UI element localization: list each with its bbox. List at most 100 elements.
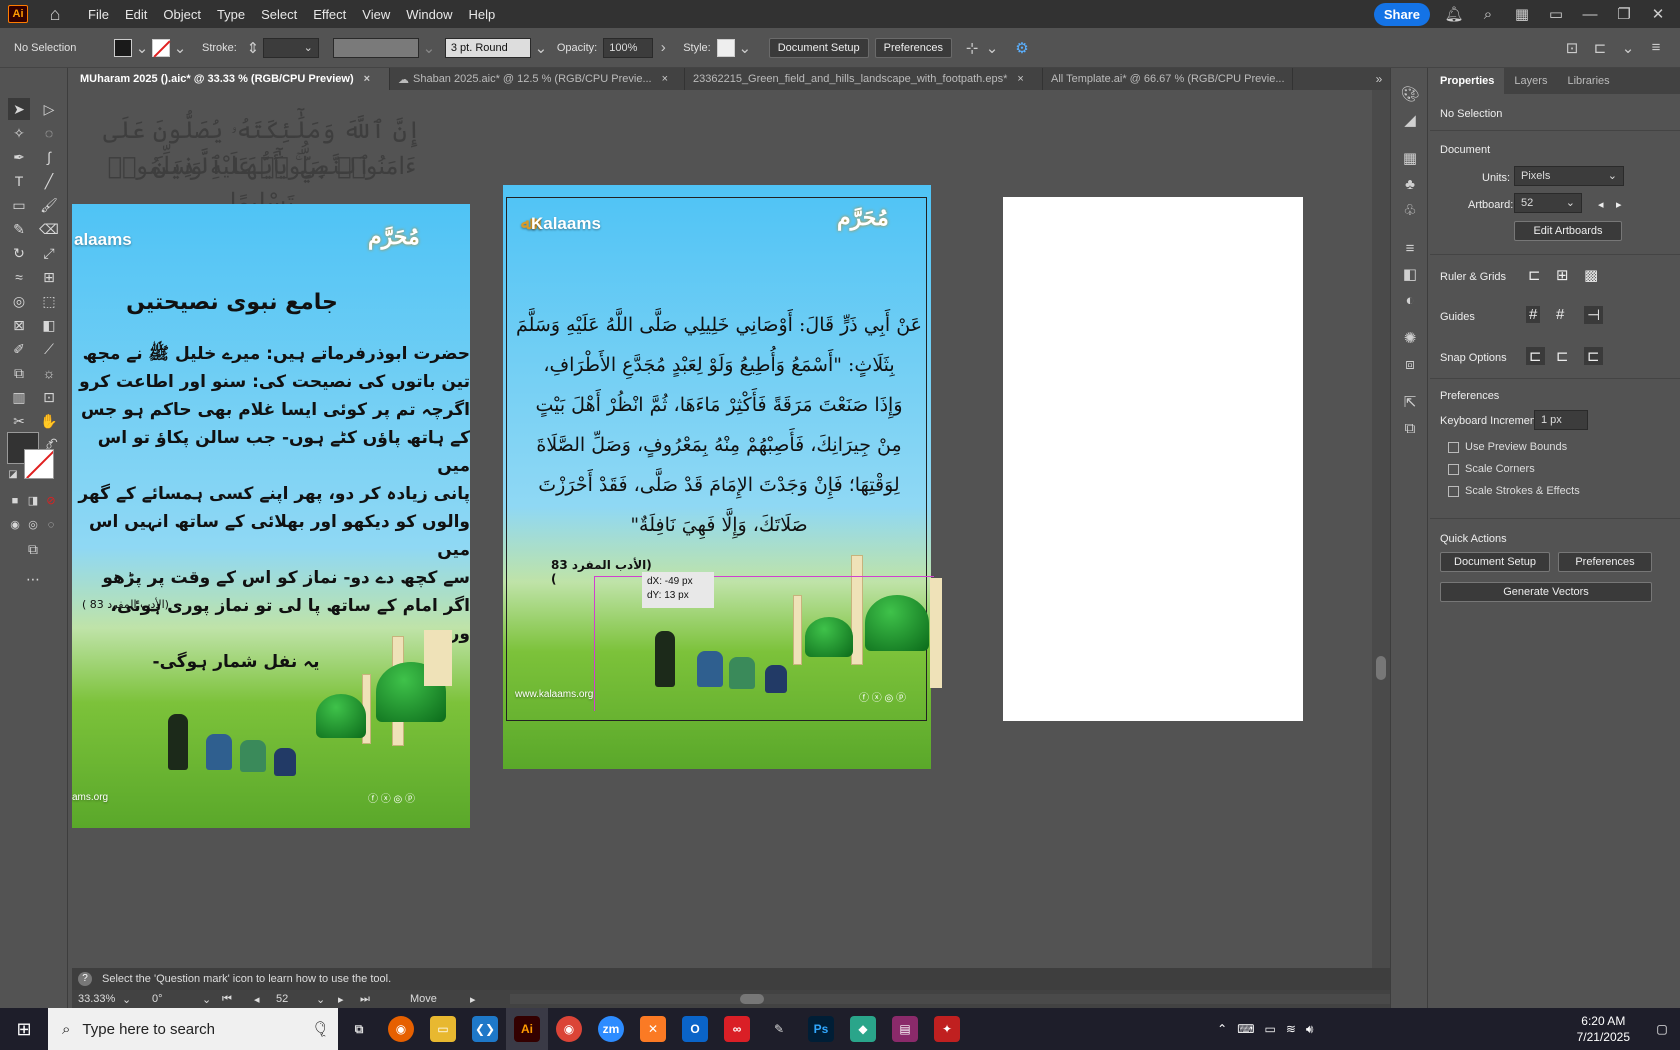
tab-all-template[interactable]: All Template.ai* @ 66.67 % (RGB/CPU Prev… — [1043, 68, 1293, 90]
chevron-down-icon[interactable]: ⌄ — [316, 993, 338, 1006]
snap-pixel-icon[interactable]: ⊏ — [1556, 347, 1569, 365]
selection-tool-icon[interactable]: ➤ — [8, 98, 30, 120]
close-icon[interactable]: ✕ — [1648, 5, 1668, 23]
artboard-number[interactable]: 52 — [276, 993, 316, 1005]
warp-tool-icon[interactable]: ≈ — [8, 266, 30, 288]
gradient-tool-icon[interactable]: ◧ — [38, 314, 60, 336]
xampp-icon[interactable]: ✕ — [632, 1008, 674, 1050]
chevron-down-icon[interactable]: ⌄ — [531, 39, 551, 57]
rectangle-tool-icon[interactable]: ▭ — [8, 194, 30, 216]
snap-point-icon[interactable]: ⊏ — [1526, 347, 1545, 365]
first-artboard-icon[interactable]: ⏮ — [222, 993, 254, 1006]
color-guide-icon[interactable]: 🎨︎ — [1399, 84, 1421, 106]
edit-artboards-button[interactable]: Edit Artboards — [1514, 221, 1622, 241]
measure-icon[interactable]: ⟋ — [38, 338, 60, 360]
menu-view[interactable]: View — [354, 7, 398, 22]
preferences-button[interactable]: Preferences — [874, 37, 952, 58]
windows-start-icon[interactable]: ⊞ — [0, 1008, 48, 1050]
scroll-thumb[interactable] — [740, 994, 764, 1004]
swatches-icon[interactable]: ▦ — [1399, 148, 1421, 170]
close-icon[interactable]: × — [662, 73, 668, 85]
shape-builder-icon[interactable]: ◎ — [8, 290, 30, 312]
scroll-thumb[interactable] — [1376, 656, 1386, 680]
show-guides-icon[interactable]: # — [1526, 306, 1541, 323]
style-swatch[interactable] — [716, 38, 735, 57]
app-diamond-icon[interactable]: ◆ — [842, 1008, 884, 1050]
document-setup-button[interactable]: Document Setup — [768, 37, 869, 58]
line-tool-icon[interactable]: ╱ — [38, 170, 60, 192]
arrange-icon[interactable]: ▭ — [1546, 5, 1566, 23]
task-view-icon[interactable]: ⧉ — [338, 1008, 380, 1050]
vscode-icon[interactable]: ❮❯ — [464, 1008, 506, 1050]
winrar-icon[interactable]: ▤ — [884, 1008, 926, 1050]
volume-icon[interactable]: 🔊︎ — [1306, 1022, 1314, 1037]
next-artboard-icon[interactable]: ▸ — [1616, 198, 1622, 211]
chevron-up-icon[interactable]: ⌃ — [1217, 1022, 1227, 1036]
tabs-overflow-icon[interactable]: » — [1368, 68, 1390, 90]
stepper-icon[interactable]: ⇕ — [243, 39, 263, 57]
brushes-icon[interactable]: ◢ — [1399, 110, 1421, 132]
graph-tool-icon[interactable]: ▥ — [8, 386, 30, 408]
artboard-center[interactable]: ﷲKalaams مُحَرَّم عَنْ أَبِي ذَرٍّ قَالَ… — [503, 185, 931, 769]
artboard-left[interactable]: alaams مُحَرَّم جامع نبوی نصیحتیں حضرت ا… — [72, 204, 470, 828]
artboard-tool-icon[interactable]: ⊡ — [38, 386, 60, 408]
artboards-panel-icon[interactable]: ⧉ — [1399, 418, 1421, 440]
curvature-tool-icon[interactable]: ∫ — [38, 146, 60, 168]
swap-colors-icon[interactable]: ↶ — [42, 432, 64, 454]
minimize-icon[interactable]: — — [1580, 6, 1600, 23]
transparency-icon[interactable]: ◐ — [1399, 290, 1421, 312]
horizontal-scrollbar[interactable] — [510, 994, 1390, 1004]
hand-tool-icon[interactable]: ✋ — [38, 410, 60, 432]
smart-guides-icon[interactable]: ⊣ — [1584, 306, 1604, 324]
chevron-down-icon[interactable]: ⌄ — [982, 39, 1002, 57]
snap-icon[interactable]: ⊏ — [1590, 39, 1610, 57]
type-tool-icon[interactable]: T — [8, 170, 30, 192]
workspace-icon[interactable]: ▦ — [1512, 5, 1532, 23]
export-icon[interactable]: ⇱ — [1399, 392, 1421, 414]
stroke-swatch[interactable] — [152, 38, 171, 57]
scale-tool-icon[interactable]: ⤢ — [38, 242, 60, 264]
stroke-weight-field[interactable]: ⌄ — [262, 37, 319, 58]
symbols-icon[interactable]: ♣ — [1399, 174, 1421, 196]
gradient-panel-icon[interactable]: ◧ — [1399, 264, 1421, 286]
tab-shaban-2025[interactable]: ☁ Shaban 2025.aic* @ 12.5 % (RGB/CPU Prev… — [390, 68, 685, 90]
qa-preferences-button[interactable]: Preferences — [1558, 552, 1652, 572]
pen-app-icon[interactable]: ✎ — [758, 1008, 800, 1050]
free-transform-icon[interactable]: ⊞ — [38, 266, 60, 288]
tab-layers[interactable]: Layers — [1504, 68, 1557, 94]
snap-glyph-icon[interactable]: ⊏ — [1584, 347, 1603, 365]
transparency-grid-icon[interactable]: ▩ — [1584, 266, 1598, 284]
variable-width-profile[interactable] — [332, 37, 419, 58]
search-icon[interactable]: ⌕ — [1478, 6, 1498, 23]
taskbar-search[interactable]: ⌕ Type here to search 🎈︎ — [48, 1008, 338, 1050]
chevron-down-icon[interactable]: ⌄ — [132, 39, 152, 57]
use-preview-bounds-checkbox[interactable]: Use Preview Bounds — [1448, 441, 1567, 453]
next-artboard-icon[interactable]: ▸ — [338, 993, 360, 1006]
menu-select[interactable]: Select — [253, 7, 305, 22]
firefox-icon[interactable]: ◉ — [380, 1008, 422, 1050]
home-icon[interactable]: ⌂ — [44, 4, 66, 24]
share-button[interactable]: Share — [1373, 2, 1430, 26]
appearance-icon[interactable]: ✺ — [1399, 328, 1421, 350]
menu-object[interactable]: Object — [155, 7, 209, 22]
rotation-value[interactable]: 0° — [142, 993, 202, 1005]
last-artboard-icon[interactable]: ⏭ — [360, 993, 410, 1006]
tab-libraries[interactable]: Libraries — [1557, 68, 1619, 94]
chevron-right-icon[interactable]: ▸ — [470, 993, 510, 1006]
panel-menu-icon[interactable]: ≡ — [1646, 39, 1666, 57]
fill-swatch[interactable] — [114, 38, 132, 57]
grid-icon[interactable]: ⊞ — [1556, 266, 1569, 284]
slice-tool-icon[interactable]: ✂ — [8, 410, 30, 432]
restore-icon[interactable]: ❐ — [1614, 5, 1634, 23]
puppet-warp-icon[interactable]: ⚙ — [1012, 39, 1032, 57]
pen-tool-icon[interactable]: ✒ — [8, 146, 30, 168]
chevron-down-icon[interactable]: ⌄ — [202, 993, 222, 1006]
generate-vectors-button[interactable]: Generate Vectors — [1440, 582, 1652, 602]
scale-corners-checkbox[interactable]: Scale Corners — [1448, 463, 1535, 475]
lock-guides-icon[interactable]: # — [1556, 306, 1564, 323]
rulers-icon[interactable]: ⊏ — [1528, 266, 1541, 284]
close-icon[interactable]: × — [364, 73, 370, 85]
chevron-down-icon[interactable]: ⌄ — [170, 39, 190, 57]
stroke-panel-icon[interactable]: ≡ — [1399, 238, 1421, 260]
chevron-down-icon[interactable]: ⌄ — [1618, 39, 1638, 57]
